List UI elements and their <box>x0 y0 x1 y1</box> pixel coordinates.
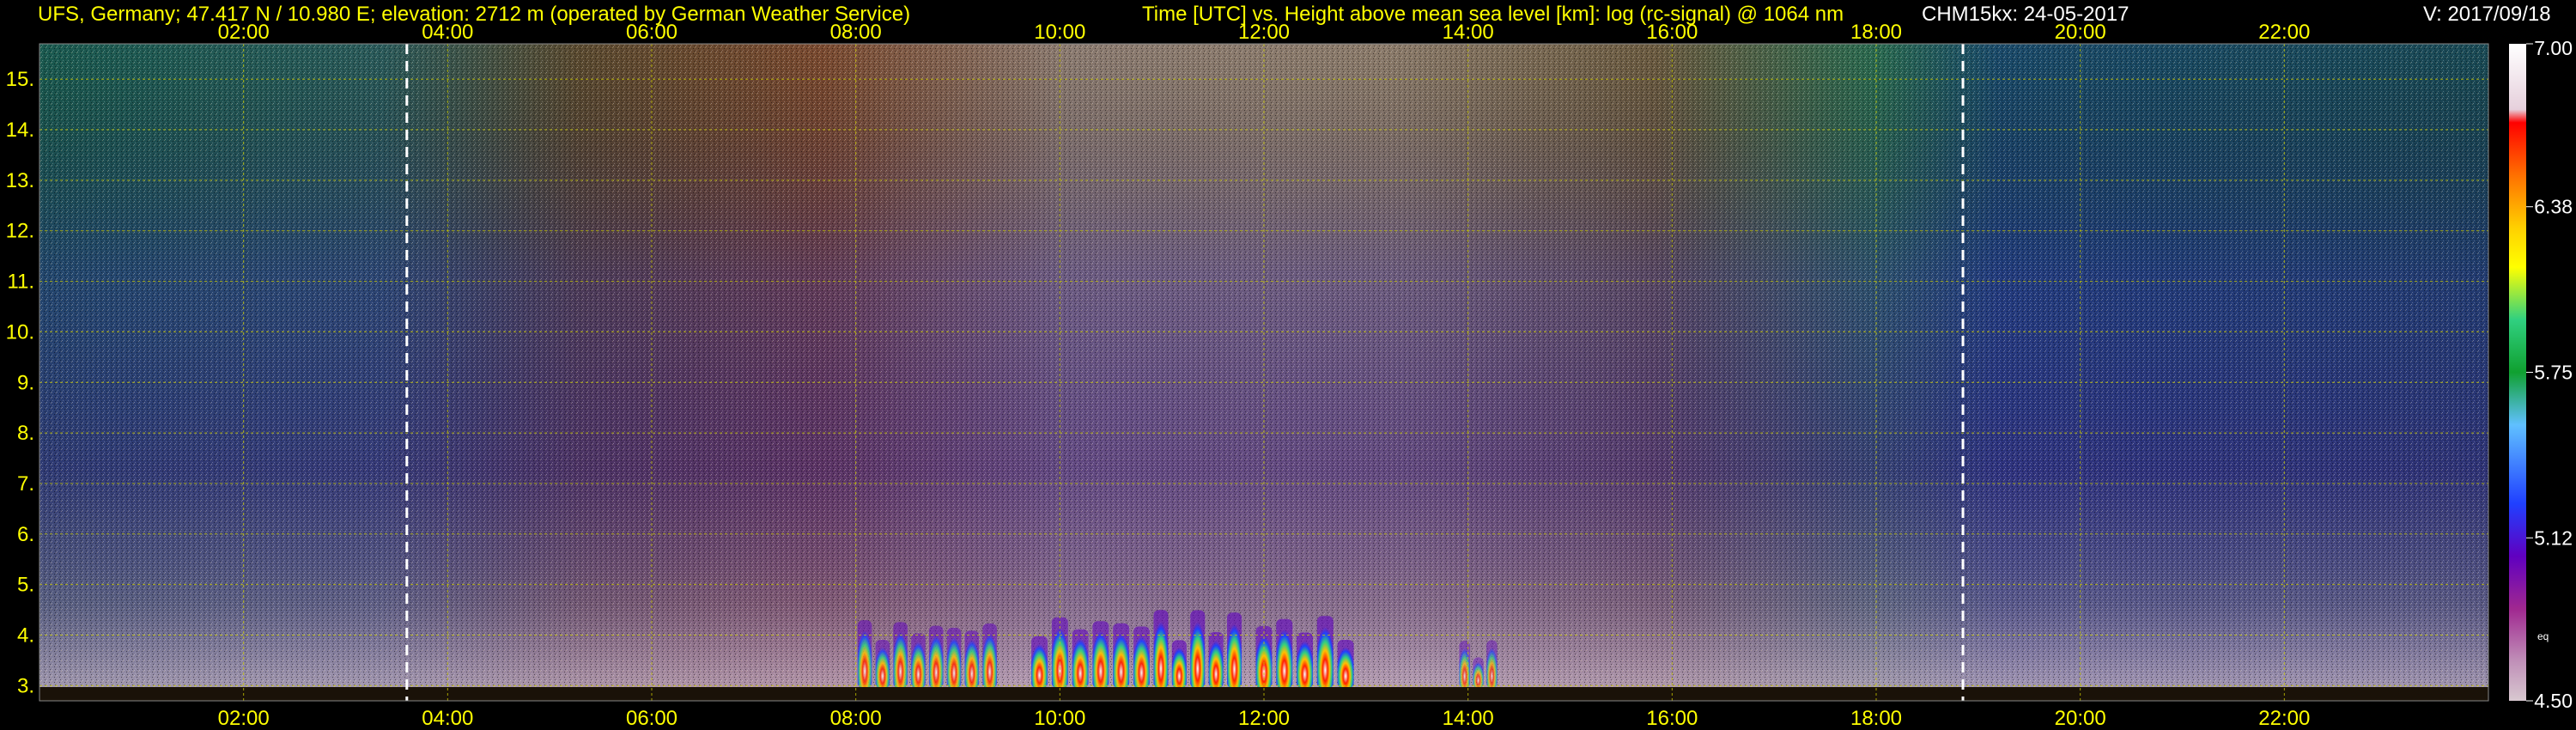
x-tick-label-bottom: 06:00 <box>626 707 677 730</box>
cloud-column <box>1113 623 1130 689</box>
cloud-column <box>1031 636 1048 689</box>
cloud-column <box>911 633 926 689</box>
x-tick-label-bottom: 10:00 <box>1034 707 1085 730</box>
cloud-column <box>1153 610 1169 689</box>
x-tick-label-top: 16:00 <box>1646 21 1698 44</box>
y-axis: 3. 4. 5. 6. 7. 8. 9. 10. 11. 12. 13. 14. 15. <box>6 68 34 697</box>
chart-svg: UFS, Germany; 47.417 N / 10.980 E; eleva… <box>6 3 2573 730</box>
cloud-column <box>1316 616 1334 689</box>
cloud-column <box>1208 632 1224 689</box>
x-tick-label-top: 12:00 <box>1238 21 1290 44</box>
y-tick-label: 12. <box>6 220 34 243</box>
y-tick-label: 8. <box>17 422 34 445</box>
x-axis-bottom: 02:00 04:00 06:00 08:00 10:00 12:00 14:00 16:00… <box>218 707 2311 730</box>
x-tick-label-top: 22:00 <box>2258 21 2310 44</box>
x-tick-label-top: 14:00 <box>1443 21 1494 44</box>
colorbar-ticks: 7.00 6.38 5.75 5.12 4.50 <box>2526 37 2573 712</box>
cloud-column <box>875 639 890 689</box>
cloud-column <box>1226 612 1242 689</box>
x-tick-label-bottom: 12:00 <box>1238 707 1290 730</box>
colorbar-gradient <box>2509 44 2526 701</box>
ceilometer-chart: UFS, Germany; 47.417 N / 10.980 E; eleva… <box>0 0 2576 730</box>
x-tick-label-top: 02:00 <box>218 21 270 44</box>
colorbar: 7.00 6.38 5.75 5.12 4.50 eq <box>2509 37 2573 712</box>
y-tick-label: 13. <box>6 169 34 192</box>
colorbar-tick-label: 7.00 <box>2534 37 2573 59</box>
y-tick-label: 15. <box>6 68 34 91</box>
cloud-column <box>1473 657 1484 689</box>
y-tick-label: 6. <box>17 523 34 546</box>
y-tick-label: 10. <box>6 320 34 344</box>
cloud-column <box>1276 618 1293 689</box>
cloud-column <box>1072 629 1089 689</box>
cloud-column <box>964 630 980 689</box>
colorbar-small-label: eq <box>2537 630 2549 642</box>
cloud-column <box>1092 621 1109 689</box>
cloud-column <box>893 622 908 689</box>
x-tick-label-bottom: 16:00 <box>1646 707 1698 730</box>
y-tick-label: 11. <box>7 271 34 294</box>
y-tick-label: 4. <box>17 624 34 648</box>
cloud-column <box>1297 632 1314 689</box>
x-tick-label-bottom: 18:00 <box>1850 707 1902 730</box>
x-tick-label-bottom: 22:00 <box>2258 707 2310 730</box>
x-tick-label-top: 10:00 <box>1034 21 1085 44</box>
cloud-column <box>982 624 997 689</box>
x-tick-label-bottom: 14:00 <box>1443 707 1494 730</box>
y-tick-label: 7. <box>17 472 34 496</box>
cloud-column <box>1486 640 1498 689</box>
x-tick-label-bottom: 08:00 <box>830 707 882 730</box>
x-tick-label-top: 04:00 <box>422 21 473 44</box>
x-tick-label-top: 20:00 <box>2055 21 2106 44</box>
colorbar-tick-label: 4.50 <box>2534 690 2573 712</box>
y-tick-label: 9. <box>17 371 34 394</box>
colorbar-tick-label: 5.75 <box>2534 362 2573 384</box>
y-tick-label: 5. <box>17 574 34 597</box>
x-tick-label-top: 18:00 <box>1850 21 1902 44</box>
x-tick-label-top: 06:00 <box>626 21 677 44</box>
station-info: UFS, Germany; 47.417 N / 10.980 E; eleva… <box>38 3 910 26</box>
x-tick-label-bottom: 04:00 <box>422 707 473 730</box>
colorbar-tick-label: 5.12 <box>2534 526 2573 549</box>
y-tick-label: 3. <box>17 674 34 697</box>
x-tick-label-top: 08:00 <box>830 21 882 44</box>
cloud-column <box>1133 626 1150 689</box>
cloud-column <box>857 620 872 689</box>
x-tick-label-bottom: 02:00 <box>218 707 270 730</box>
x-tick-label-bottom: 20:00 <box>2055 707 2106 730</box>
colorbar-tick-label: 6.38 <box>2534 196 2573 218</box>
version-label: V: 2017/09/18 <box>2423 3 2551 26</box>
y-tick-label: 14. <box>6 119 34 142</box>
cloud-column <box>1337 640 1354 689</box>
cloud-column <box>1171 640 1187 689</box>
plot-area <box>39 43 2489 702</box>
cloud-column <box>1190 610 1206 689</box>
cloud-column <box>946 628 962 689</box>
